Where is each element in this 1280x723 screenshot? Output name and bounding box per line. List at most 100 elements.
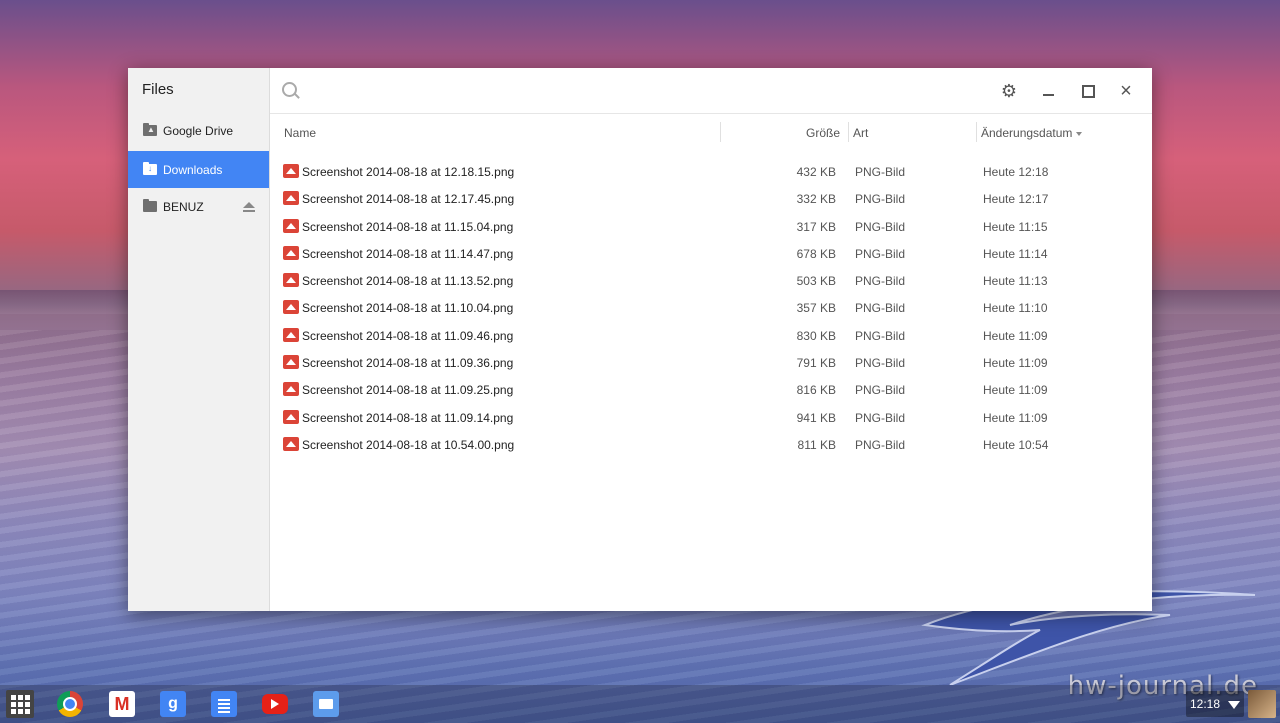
table-row[interactable]: Screenshot 2014-08-18 at 12.18.15.png 432… xyxy=(270,158,1152,185)
column-divider[interactable] xyxy=(976,122,977,142)
column-date[interactable]: Änderungsdatum xyxy=(981,126,1083,140)
sidebar-item-label: Google Drive xyxy=(163,123,234,138)
file-name: Screenshot 2014-08-18 at 11.09.36.png xyxy=(302,356,514,371)
file-date: Heute 11:14 xyxy=(983,246,1048,261)
image-file-icon xyxy=(283,382,299,397)
files-icon[interactable] xyxy=(313,691,339,717)
main-pane: ⚙ × Name Größe Art Änderungsdatum Screen… xyxy=(270,68,1152,611)
sort-desc-icon xyxy=(1076,131,1083,136)
file-size: 332 KB xyxy=(796,192,836,207)
column-divider[interactable] xyxy=(720,122,721,142)
image-file-icon xyxy=(283,245,299,260)
table-row[interactable]: Screenshot 2014-08-18 at 11.09.25.png 816… xyxy=(270,376,1152,403)
chrome-icon[interactable] xyxy=(57,691,83,717)
file-type: PNG-Bild xyxy=(855,356,906,371)
image-file-icon xyxy=(283,327,299,342)
clock: 12:18 xyxy=(1190,697,1221,711)
sidebar-item-google-drive[interactable]: ▲ Google Drive xyxy=(128,112,269,149)
file-size: 941 KB xyxy=(796,410,836,425)
search-icon[interactable] xyxy=(282,82,297,97)
docs-icon[interactable] xyxy=(211,691,237,717)
wifi-icon xyxy=(1228,701,1240,709)
file-date: Heute 11:09 xyxy=(983,410,1048,425)
file-date: Heute 12:18 xyxy=(983,165,1049,179)
image-file-icon xyxy=(283,273,299,288)
gear-icon[interactable]: ⚙ xyxy=(998,80,1020,102)
file-size: 811 KB xyxy=(797,437,836,452)
maximize-button[interactable] xyxy=(1076,80,1098,102)
image-file-icon xyxy=(283,409,299,424)
minimize-button[interactable] xyxy=(1037,80,1059,102)
column-header: Name Größe Art Änderungsdatum xyxy=(270,114,1152,150)
file-name: Screenshot 2014-08-18 at 12.17.45.png xyxy=(302,192,515,207)
google-search-icon[interactable]: g xyxy=(160,691,186,717)
image-file-icon xyxy=(283,436,299,451)
image-file-icon xyxy=(283,191,299,206)
sidebar-item-downloads[interactable]: ↓ Downloads xyxy=(128,151,269,188)
file-date: Heute 11:10 xyxy=(983,301,1048,316)
table-row[interactable]: Screenshot 2014-08-18 at 10.54.00.png 811… xyxy=(270,431,1152,458)
file-size: 432 KB xyxy=(796,165,836,179)
file-date: Heute 11:13 xyxy=(983,274,1048,289)
file-name: Screenshot 2014-08-18 at 10.54.00.png xyxy=(302,437,515,452)
file-name: Screenshot 2014-08-18 at 11.15.04.png xyxy=(302,219,514,234)
file-date: Heute 11:15 xyxy=(983,219,1048,234)
file-date: Heute 12:17 xyxy=(983,192,1049,207)
launcher-icon[interactable] xyxy=(6,690,34,718)
image-file-icon xyxy=(283,218,299,233)
column-name[interactable]: Name xyxy=(284,126,316,140)
file-list: Screenshot 2014-08-18 at 12.18.15.png 432… xyxy=(270,158,1152,458)
eject-icon[interactable] xyxy=(243,202,255,212)
youtube-icon[interactable] xyxy=(262,694,288,714)
file-type: PNG-Bild xyxy=(855,165,906,179)
file-date: Heute 11:09 xyxy=(983,328,1048,343)
file-size: 791 KB xyxy=(796,356,836,371)
avatar[interactable] xyxy=(1248,690,1276,718)
image-file-icon xyxy=(283,355,299,370)
sidebar-item-label: Downloads xyxy=(163,162,223,177)
file-type: PNG-Bild xyxy=(855,301,906,316)
file-type: PNG-Bild xyxy=(855,192,906,207)
file-type: PNG-Bild xyxy=(855,437,906,452)
table-row[interactable]: Screenshot 2014-08-18 at 11.15.04.png 317… xyxy=(270,213,1152,240)
file-size: 503 KB xyxy=(796,274,836,289)
shelf: M g 12:18 xyxy=(0,685,1280,723)
column-type[interactable]: Art xyxy=(853,126,868,140)
file-size: 357 KB xyxy=(796,301,836,316)
file-name: Screenshot 2014-08-18 at 11.09.14.png xyxy=(302,410,514,425)
file-type: PNG-Bild xyxy=(855,383,906,398)
close-icon[interactable]: × xyxy=(1115,80,1137,102)
search-input[interactable] xyxy=(306,78,910,104)
file-size: 816 KB xyxy=(796,383,836,398)
image-file-icon xyxy=(283,300,299,315)
table-row[interactable]: Screenshot 2014-08-18 at 11.13.52.png 503… xyxy=(270,267,1152,294)
file-name: Screenshot 2014-08-18 at 11.13.52.png xyxy=(302,274,514,289)
column-size[interactable]: Größe xyxy=(806,126,840,140)
table-row[interactable]: Screenshot 2014-08-18 at 11.10.04.png 357… xyxy=(270,294,1152,321)
status-tray[interactable]: 12:18 xyxy=(1186,691,1244,717)
app-title: Files xyxy=(142,81,174,98)
table-row[interactable]: Screenshot 2014-08-18 at 11.09.14.png 941… xyxy=(270,404,1152,431)
file-name: Screenshot 2014-08-18 at 11.09.46.png xyxy=(302,328,514,343)
download-folder-icon: ↓ xyxy=(143,162,157,175)
gmail-icon[interactable]: M xyxy=(109,691,135,717)
file-date: Heute 11:09 xyxy=(983,383,1048,398)
file-size: 830 KB xyxy=(796,328,836,343)
column-date-label: Änderungsdatum xyxy=(981,126,1073,140)
table-row[interactable]: Screenshot 2014-08-18 at 11.09.36.png 791… xyxy=(270,349,1152,376)
column-divider[interactable] xyxy=(848,122,849,142)
table-row[interactable]: Screenshot 2014-08-18 at 12.17.45.png 332… xyxy=(270,185,1152,212)
sidebar-item-benuz[interactable]: BENUZ xyxy=(128,188,269,225)
file-type: PNG-Bild xyxy=(855,328,906,343)
file-name: Screenshot 2014-08-18 at 11.10.04.png xyxy=(302,301,514,316)
file-type: PNG-Bild xyxy=(855,410,906,425)
table-row[interactable]: Screenshot 2014-08-18 at 11.14.47.png 678… xyxy=(270,240,1152,267)
file-type: PNG-Bild xyxy=(855,219,906,234)
drive-folder-icon: ▲ xyxy=(143,123,157,136)
file-date: Heute 10:54 xyxy=(983,437,1049,452)
image-file-icon xyxy=(283,164,299,178)
toolbar: ⚙ × xyxy=(270,68,1152,114)
file-type: PNG-Bild xyxy=(855,274,906,289)
table-row[interactable]: Screenshot 2014-08-18 at 11.09.46.png 830… xyxy=(270,322,1152,349)
file-name: Screenshot 2014-08-18 at 11.09.25.png xyxy=(302,383,514,398)
